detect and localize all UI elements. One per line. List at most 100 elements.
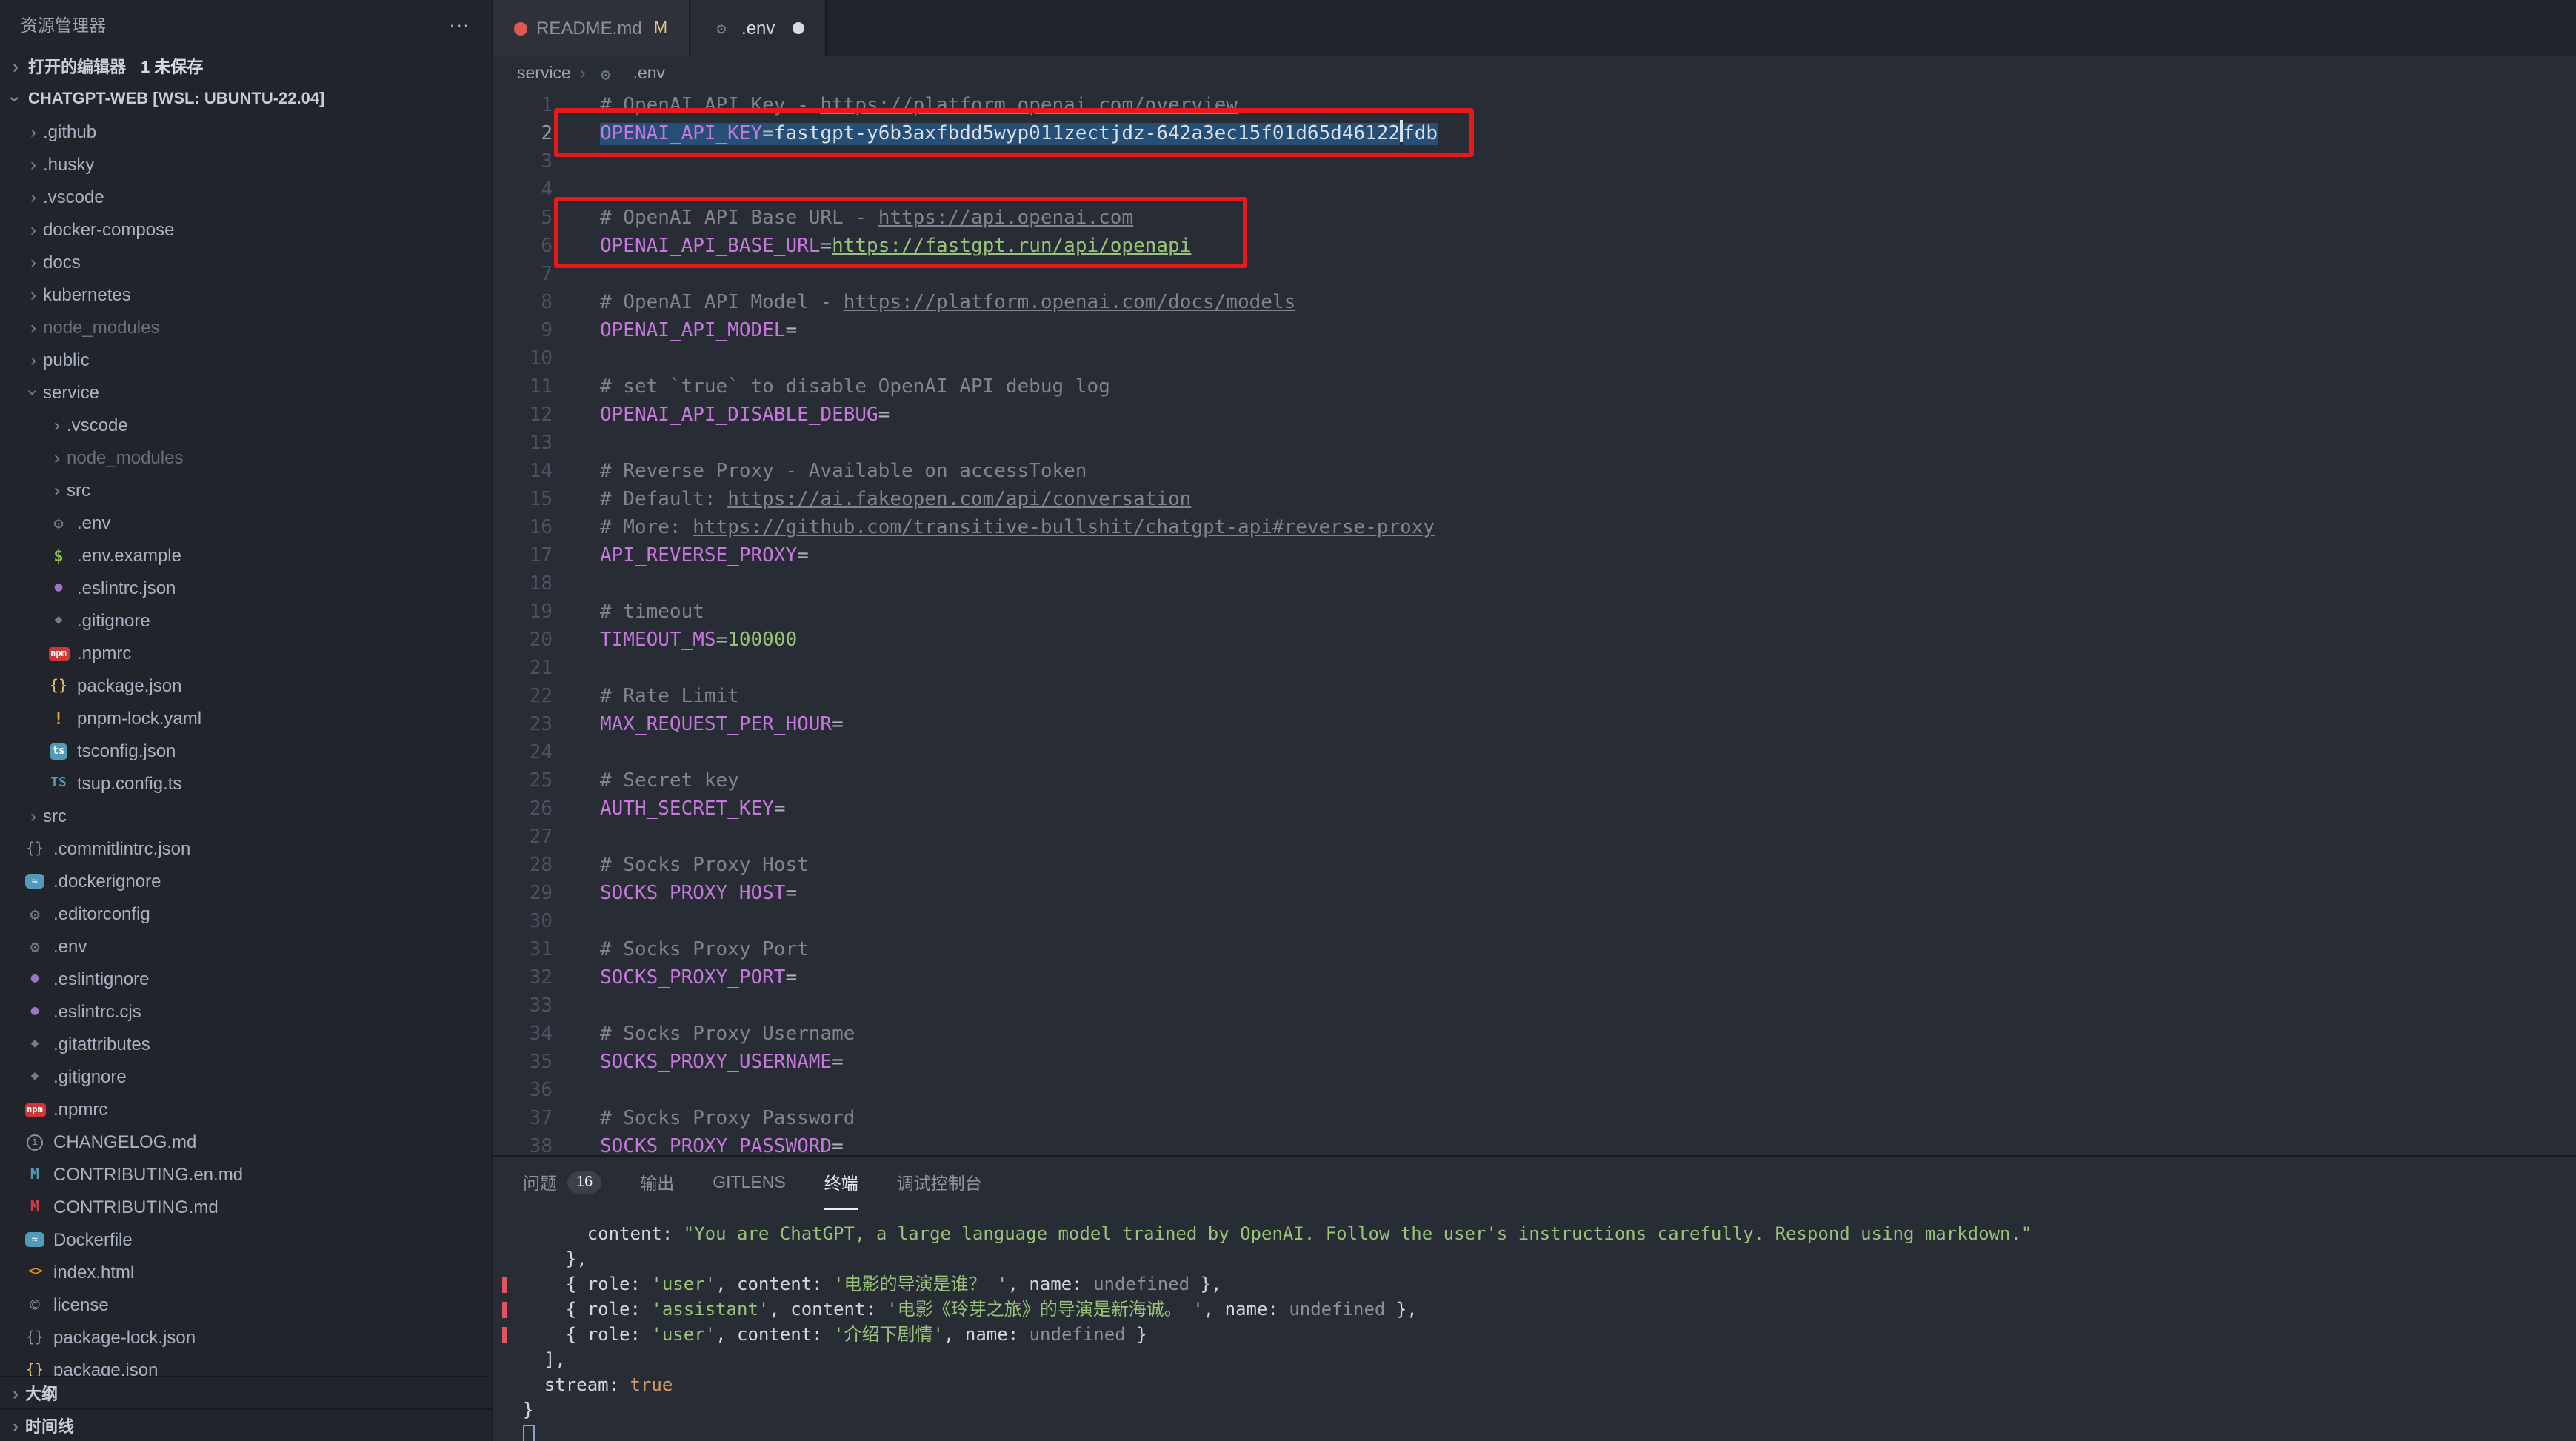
panel-tab-debug-console[interactable]: 调试控制台 <box>897 1157 982 1210</box>
line-code: # OpenAI API Key - https://platform.open… <box>600 92 1238 120</box>
tree-item-.env.example[interactable]: $.env.example <box>0 539 492 572</box>
tree-item-.gitignore[interactable]: ◆.gitignore <box>0 604 492 637</box>
tree-item-.npmrc[interactable]: npm.npmrc <box>0 637 492 669</box>
tree-item-.env[interactable]: ⚙.env <box>0 506 492 539</box>
editor-line-12[interactable]: 12OPENAI_API_DISABLE_DEBUG= <box>493 401 2576 429</box>
panel-tab-gitlens[interactable]: GITLENS <box>713 1157 785 1210</box>
tree-item-.dockerignore[interactable]: ≈.dockerignore <box>0 865 492 897</box>
tree-item-package-lock.json[interactable]: {}package-lock.json <box>0 1321 492 1354</box>
editor-line-13[interactable]: 13 <box>493 429 2576 458</box>
editor-line-3[interactable]: 3 <box>493 148 2576 176</box>
file-tree: ›.github›.husky›.vscode›docker-compose›d… <box>0 116 492 1386</box>
panel-tab-problems[interactable]: 问题16 <box>523 1157 601 1210</box>
tree-item-docker-compose[interactable]: ›docker-compose <box>0 213 492 246</box>
tree-item-CHANGELOG.md[interactable]: iCHANGELOG.md <box>0 1126 492 1158</box>
tree-item-.github[interactable]: ›.github <box>0 116 492 148</box>
tree-item-node_modules[interactable]: ›node_modules <box>0 311 492 344</box>
panel-tab-output[interactable]: 输出 <box>640 1157 674 1210</box>
tree-item-.npmrc[interactable]: npm.npmrc <box>0 1093 492 1126</box>
editor-line-9[interactable]: 9OPENAI_API_MODEL= <box>493 317 2576 345</box>
editor-line-20[interactable]: 20TIMEOUT_MS=100000 <box>493 626 2576 655</box>
tree-item-.commitlintrc.json[interactable]: {}.commitlintrc.json <box>0 832 492 865</box>
tree-item-.eslintrc.json[interactable]: ●.eslintrc.json <box>0 572 492 604</box>
section-outline[interactable]: ›大纲 <box>0 1376 492 1408</box>
editor-line-17[interactable]: 17API_REVERSE_PROXY= <box>493 542 2576 570</box>
editor-line-2[interactable]: 2OPENAI_API_KEY=fastgpt-y6b3axfbdd5wyp01… <box>493 120 2576 148</box>
tree-item-.gitattributes[interactable]: ◆.gitattributes <box>0 1028 492 1060</box>
editor-line-32[interactable]: 32SOCKS_PROXY_PORT= <box>493 964 2576 992</box>
tree-item-docs[interactable]: ›docs <box>0 246 492 278</box>
editor-line-37[interactable]: 37# Socks Proxy Password <box>493 1105 2576 1133</box>
panel-tab-terminal[interactable]: 终端 <box>824 1157 858 1210</box>
tree-item-pnpm-lock.yaml[interactable]: !pnpm-lock.yaml <box>0 702 492 735</box>
tree-item-.vscode[interactable]: ›.vscode <box>0 181 492 213</box>
workspace-root-section[interactable]: › CHATGPT-WEB [WSL: UBUNTU-22.04] <box>0 83 492 116</box>
editor-line-31[interactable]: 31# Socks Proxy Port <box>493 936 2576 964</box>
tree-item-CONTRIBUTING.en.md[interactable]: MCONTRIBUTING.en.md <box>0 1158 492 1191</box>
editor-line-21[interactable]: 21 <box>493 655 2576 683</box>
open-editors-section[interactable]: › 打开的编辑器 1 未保存 <box>0 50 492 83</box>
editor-line-18[interactable]: 18 <box>493 570 2576 598</box>
editor-line-30[interactable]: 30 <box>493 908 2576 936</box>
editor-line-5[interactable]: 5# OpenAI API Base URL - https://api.ope… <box>493 204 2576 233</box>
editor-line-34[interactable]: 34# Socks Proxy Username <box>493 1020 2576 1049</box>
tree-item-.eslintrc.cjs[interactable]: ●.eslintrc.cjs <box>0 995 492 1028</box>
tab-env[interactable]: ⚙.env <box>690 0 827 56</box>
editor-line-35[interactable]: 35SOCKS_PROXY_USERNAME= <box>493 1049 2576 1077</box>
editor-line-33[interactable]: 33 <box>493 992 2576 1020</box>
code-token: = <box>878 404 890 427</box>
editor-line-6[interactable]: 6OPENAI_API_BASE_URL=https://fastgpt.run… <box>493 233 2576 261</box>
tree-item-.eslintignore[interactable]: ●.eslintignore <box>0 963 492 995</box>
editor-line-22[interactable]: 22# Rate Limit <box>493 683 2576 711</box>
open-editors-label: 打开的编辑器 <box>28 55 126 78</box>
tree-item-.vscode[interactable]: ›.vscode <box>0 409 492 441</box>
editor-line-1[interactable]: 1# OpenAI API Key - https://platform.ope… <box>493 92 2576 120</box>
more-actions-icon[interactable]: ⋯ <box>449 13 471 38</box>
tree-item-.gitignore[interactable]: ◆.gitignore <box>0 1060 492 1093</box>
breadcrumb-item-.env[interactable]: .env <box>633 65 666 83</box>
tree-item-CONTRIBUTING.md[interactable]: MCONTRIBUTING.md <box>0 1191 492 1223</box>
editor-line-16[interactable]: 16# More: https://github.com/transitive-… <box>493 514 2576 542</box>
editor-line-28[interactable]: 28# Socks Proxy Host <box>493 852 2576 880</box>
editor-line-10[interactable]: 10 <box>493 345 2576 373</box>
editor-line-11[interactable]: 11# set `true` to disable OpenAI API deb… <box>493 373 2576 401</box>
tree-item-license[interactable]: ©license <box>0 1288 492 1321</box>
tree-item-.editorconfig[interactable]: ⚙.editorconfig <box>0 897 492 930</box>
tree-item-Dockerfile[interactable]: ≈Dockerfile <box>0 1223 492 1256</box>
editor-line-24[interactable]: 24 <box>493 739 2576 767</box>
tree-item-service[interactable]: ›service <box>0 376 492 409</box>
code-token: # Rate Limit <box>600 686 739 708</box>
tab-readme[interactable]: README.mdM <box>493 0 690 56</box>
terminal[interactable]: content: "You are ChatGPT, a large langu… <box>493 1210 2576 1441</box>
editor-line-14[interactable]: 14# Reverse Proxy - Available on accessT… <box>493 458 2576 486</box>
tree-item-node_modules[interactable]: ›node_modules <box>0 441 492 474</box>
tree-item-kubernetes[interactable]: ›kubernetes <box>0 278 492 311</box>
tree-item-tsup.config.ts[interactable]: TStsup.config.ts <box>0 767 492 800</box>
editor-line-29[interactable]: 29SOCKS_PROXY_HOST= <box>493 880 2576 908</box>
tree-item-public[interactable]: ›public <box>0 344 492 376</box>
editor-line-25[interactable]: 25# Secret key <box>493 767 2576 795</box>
editor-line-27[interactable]: 27 <box>493 823 2576 852</box>
editor-line-23[interactable]: 23MAX_REQUEST_PER_HOUR= <box>493 711 2576 739</box>
editor-line-4[interactable]: 4 <box>493 176 2576 204</box>
editor-line-19[interactable]: 19# timeout <box>493 598 2576 626</box>
editor-line-8[interactable]: 8# OpenAI API Model - https://platform.o… <box>493 289 2576 317</box>
editor-line-15[interactable]: 15# Default: https://ai.fakeopen.com/api… <box>493 486 2576 514</box>
tree-item-package.json[interactable]: {}package.json <box>0 669 492 702</box>
code-token: = <box>762 123 774 145</box>
editor-line-38[interactable]: 38SOCKS_PROXY_PASSWORD= <box>493 1133 2576 1155</box>
tree-item-.husky[interactable]: ›.husky <box>0 148 492 181</box>
tree-item-index.html[interactable]: <>index.html <box>0 1256 492 1288</box>
tree-item-src[interactable]: ›src <box>0 800 492 832</box>
unsaved-dot-icon[interactable] <box>793 22 804 34</box>
editor-line-26[interactable]: 26AUTH_SECRET_KEY= <box>493 795 2576 823</box>
editor[interactable]: 1# OpenAI API Key - https://platform.ope… <box>493 92 2576 1155</box>
editor-line-36[interactable]: 36 <box>493 1077 2576 1105</box>
terminal-token: "You are ChatGPT, a large language model… <box>684 1223 2032 1244</box>
tree-item-.env[interactable]: ⚙.env <box>0 930 492 963</box>
section-timeline[interactable]: ›时间线 <box>0 1408 492 1441</box>
breadcrumb-item-service[interactable]: service <box>517 65 571 83</box>
tree-item-src[interactable]: ›src <box>0 474 492 506</box>
editor-line-7[interactable]: 7 <box>493 261 2576 289</box>
tree-item-tsconfig.json[interactable]: tstsconfig.json <box>0 735 492 767</box>
